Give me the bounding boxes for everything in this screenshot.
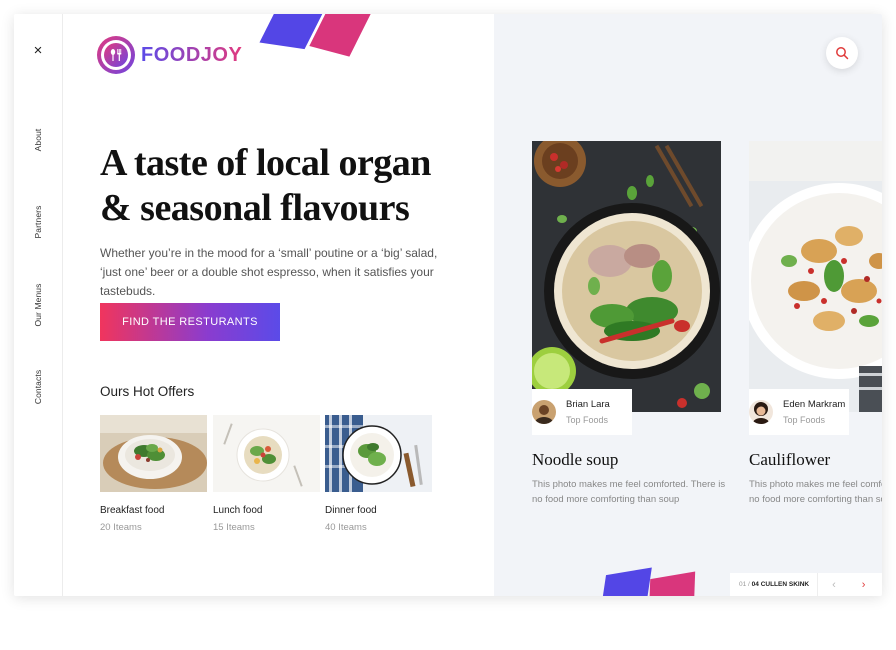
hero-title-line-1: A taste of local organ <box>100 142 431 184</box>
decor-shape-blue <box>600 567 652 596</box>
offer-name: Breakfast food <box>100 505 165 516</box>
offer-name: Lunch food <box>213 505 263 516</box>
author-name: Eden Markram <box>783 399 846 410</box>
prev-arrow-icon[interactable]: ‹ <box>832 579 836 591</box>
offer-image <box>325 415 432 492</box>
card-description: This photo makes me feel comforted. Ther… <box>532 479 726 505</box>
offer-count: 15 Iteams <box>213 522 255 533</box>
card-title: Noodle soup <box>532 450 619 469</box>
brand-name: FOODJOY <box>141 43 243 66</box>
slide-total: 04 <box>751 581 759 588</box>
decor-shape-pink <box>648 571 696 596</box>
slide-label: CULLEN SKINK <box>760 581 810 588</box>
author-name: Brian Lara <box>566 399 610 410</box>
food-image <box>532 141 721 412</box>
offer-card-dinner[interactable]: Dinner food 40 Iteams <box>325 415 432 533</box>
author-badge: Eden Markram Top Foods <box>749 389 849 435</box>
brand-logo[interactable]: FOODJOY <box>97 36 242 74</box>
offer-card-breakfast[interactable]: Breakfast food 20 Iteams <box>100 415 207 533</box>
card-description: This photo makes me feel comforted. Ther… <box>749 479 882 505</box>
hero-title-line-2: & seasonal flavours <box>100 187 410 229</box>
pager-divider <box>817 573 819 596</box>
avatar <box>532 400 556 424</box>
author-role: Top Foods <box>783 415 826 425</box>
slide-counter: 01 / 04 CULLEN SKINK <box>730 581 809 588</box>
find-restaurants-button[interactable]: FIND THE RESTURANTS <box>100 303 280 341</box>
search-icon <box>836 47 849 60</box>
offer-image <box>100 415 207 492</box>
logo-icon <box>97 36 135 74</box>
offer-count: 20 Iteams <box>100 522 142 533</box>
app-window: × About Partners Our Menus Contacts FOOD… <box>14 14 882 596</box>
offer-image <box>213 415 320 492</box>
hero-description: Whether you’re in the mood for a ‘small’… <box>100 246 438 298</box>
author-role: Top Foods <box>566 415 609 425</box>
author-badge: Brian Lara Top Foods <box>532 389 632 435</box>
close-icon[interactable]: × <box>29 42 47 60</box>
card-title: Cauliflower <box>749 450 831 469</box>
nav-item-about[interactable]: About <box>33 129 43 152</box>
sidebar: × About Partners Our Menus Contacts <box>14 14 63 596</box>
offer-count: 40 Iteams <box>325 522 367 533</box>
search-button[interactable] <box>826 37 858 69</box>
hero-section: FOODJOY A taste of local organ & seasona… <box>63 14 494 596</box>
offer-card-lunch[interactable]: Lunch food 15 Iteams <box>213 415 320 533</box>
avatar <box>749 400 773 424</box>
food-image <box>749 141 882 412</box>
nav-item-our-menus[interactable]: Our Menus <box>33 284 43 327</box>
hero-title: A taste of local organ & seasonal flavou… <box>100 141 480 231</box>
featured-panel: Brian Lara Top Foods Noodle soup This ph… <box>494 14 882 596</box>
next-arrow-icon[interactable]: › <box>862 579 866 591</box>
nav-item-partners[interactable]: Partners <box>33 206 43 239</box>
offers-title: Ours Hot Offers <box>100 384 195 399</box>
nav-item-contacts[interactable]: Contacts <box>33 370 43 404</box>
offer-name: Dinner food <box>325 505 377 516</box>
slide-pager: 01 / 04 CULLEN SKINK ‹ › <box>730 573 882 596</box>
